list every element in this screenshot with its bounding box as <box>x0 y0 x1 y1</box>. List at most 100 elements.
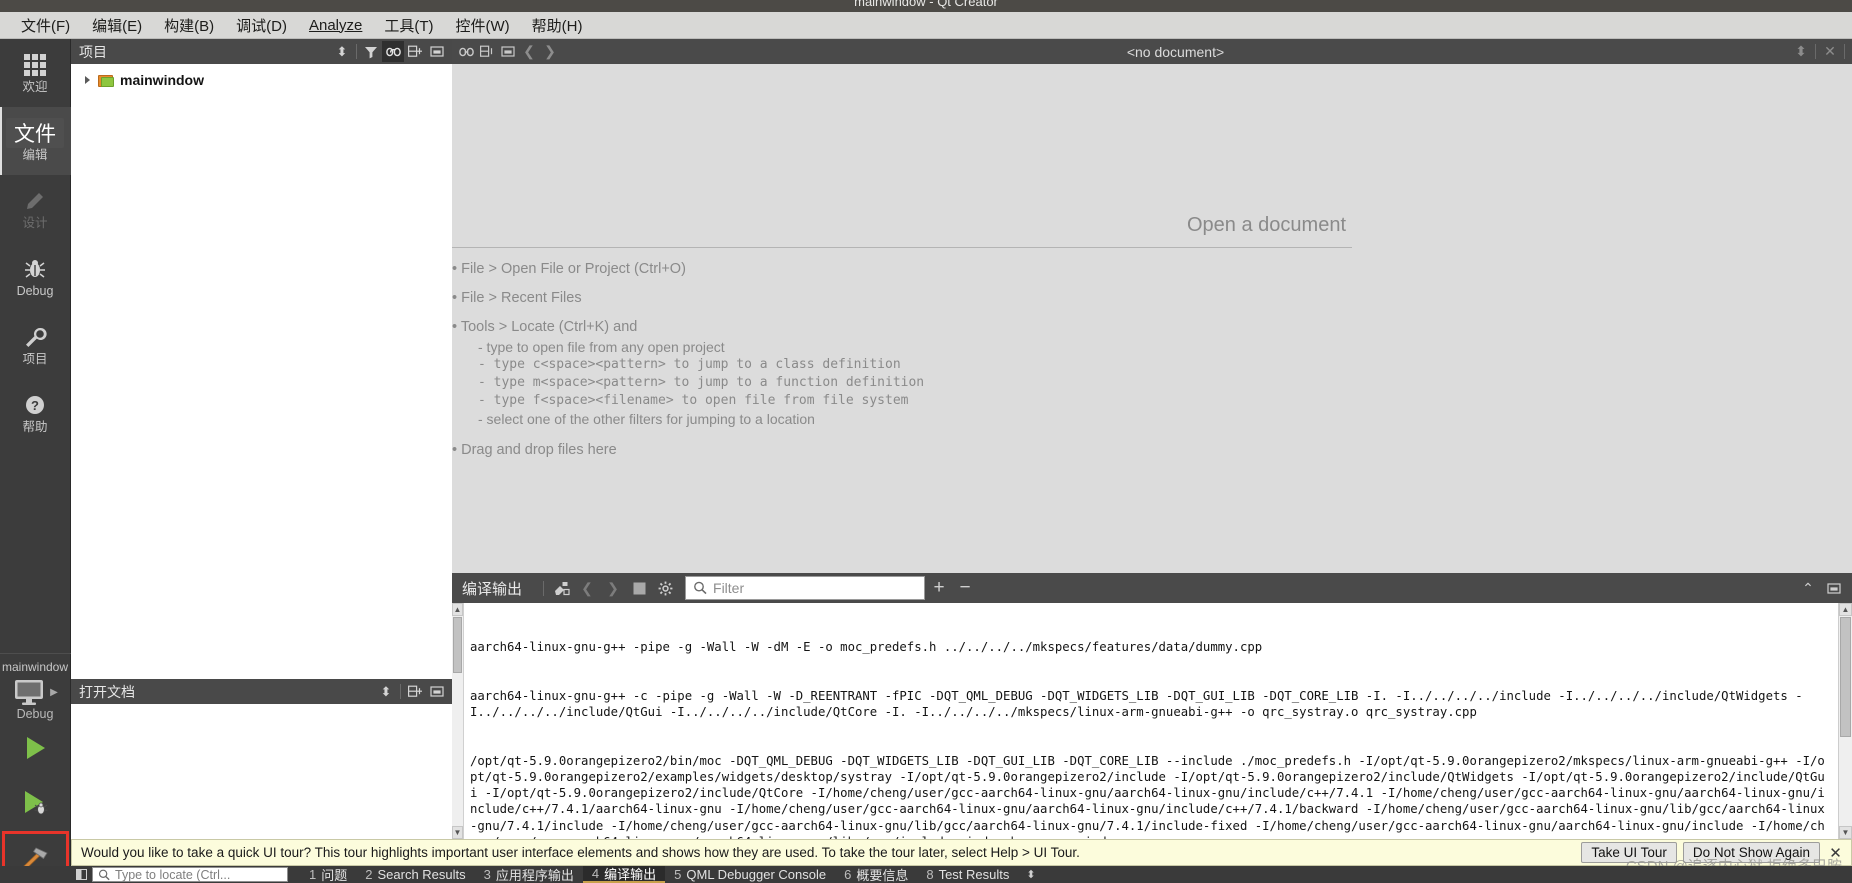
toolbar-separator <box>1815 44 1816 59</box>
pane-number: 4 <box>591 866 600 881</box>
editor-placeholder: Open a document • File > Open File or Pr… <box>452 64 1852 573</box>
chevron-right-icon[interactable] <box>83 75 93 85</box>
output-pane-search-results[interactable]: 2 Search Results <box>356 866 474 883</box>
sort-icon[interactable]: ⬍ <box>375 681 397 702</box>
split-icon[interactable] <box>404 41 426 62</box>
toolbar-separator <box>543 580 545 596</box>
zoom-in-button[interactable]: + <box>927 576 951 600</box>
filter-icon[interactable] <box>360 41 382 62</box>
menu-window[interactable]: 控件(W) <box>445 12 521 39</box>
settings-icon[interactable] <box>653 576 677 600</box>
project-icon <box>98 73 115 88</box>
mode-welcome[interactable]: 欢迎 <box>0 39 71 107</box>
ui-tour-bar: Would you like to take a quick UI tour? … <box>71 839 1852 866</box>
scroll-thumb[interactable] <box>1840 617 1851 737</box>
locate-input[interactable]: Type to locate (Ctrl... <box>92 867 288 882</box>
menu-analyze[interactable]: Analyze <box>298 14 373 37</box>
clear-icon[interactable] <box>549 576 573 600</box>
projects-panel-header: 项目 ⬍ <box>71 39 452 64</box>
zoom-out-button[interactable]: − <box>953 576 977 600</box>
kit-buildconfig-label: Debug <box>16 707 54 721</box>
file-icon <box>22 120 48 146</box>
compile-output-header: 编译输出 ❮ ❯ Filter + − ⌃ <box>452 573 1852 603</box>
filter-input[interactable]: Filter <box>685 576 926 600</box>
scroll-up-arrow[interactable]: ▲ <box>452 603 463 616</box>
close-pane-icon[interactable] <box>1822 576 1846 600</box>
document-dropdown-icon[interactable]: ⬍ <box>1791 42 1811 62</box>
menu-help[interactable]: 帮助(H) <box>521 12 594 39</box>
svg-text:?: ? <box>31 398 39 413</box>
split-icon[interactable] <box>404 681 426 702</box>
link-icon[interactable] <box>456 42 476 62</box>
menu-file[interactable]: 文件(F) <box>10 12 81 39</box>
mode-edit[interactable]: 编辑 <box>0 107 71 175</box>
split-icon[interactable] <box>477 42 497 62</box>
projects-panel-title: 项目 <box>79 43 107 60</box>
output-pane-compile-output[interactable]: 4 编译输出 <box>582 866 666 883</box>
project-tree[interactable]: mainwindow <box>71 64 452 679</box>
scroll-up-arrow[interactable]: ▲ <box>1839 603 1852 616</box>
open-documents-list[interactable] <box>71 704 452 839</box>
scroll-thumb[interactable] <box>453 617 462 673</box>
stop-icon[interactable] <box>627 576 651 600</box>
run-button[interactable] <box>0 721 71 775</box>
kit-selector[interactable]: mainwindow ▶ Debug <box>0 653 71 721</box>
grid-icon <box>22 52 48 78</box>
compile-output-body[interactable]: ▲ ▼ aarch64-linux-gnu-g++ -pipe -g -Wall… <box>452 603 1852 839</box>
close-document-icon[interactable]: ✕ <box>1820 42 1840 62</box>
pane-label: 问题 <box>321 868 348 883</box>
take-ui-tour-button[interactable]: Take UI Tour <box>1581 842 1677 863</box>
menu-debug[interactable]: 调试(D) <box>225 12 298 39</box>
updown-icon[interactable]: ⬍ <box>1018 868 1043 881</box>
document-selector[interactable]: <no document> <box>561 44 1790 60</box>
kit-expand-arrow[interactable]: ▶ <box>50 687 58 698</box>
forward-icon[interactable]: ❯ <box>540 42 560 62</box>
scroll-down-arrow[interactable]: ▼ <box>452 826 463 839</box>
pane-label: Test Results <box>938 867 1010 882</box>
sort-icon[interactable]: ⬍ <box>331 41 353 62</box>
output-scrollbar[interactable]: ▲ ▼ <box>1838 603 1852 839</box>
compile-output-title: 编译输出 <box>462 580 523 598</box>
mode-debug[interactable]: Debug <box>0 243 71 311</box>
next-icon[interactable]: ❯ <box>601 576 625 600</box>
bug-icon <box>22 256 48 282</box>
output-line: aarch64-linux-gnu-g++ -pipe -g -Wall -W … <box>470 640 1263 655</box>
tree-item-mainwindow[interactable]: mainwindow <box>71 70 452 90</box>
mode-projects[interactable]: 项目 <box>0 311 71 379</box>
menu-edit[interactable]: 编辑(E) <box>81 12 153 39</box>
mode-help-label: 帮助 <box>22 420 48 434</box>
output-pane-application-output[interactable]: 3 应用程序输出 <box>475 866 583 883</box>
do-not-show-again-button[interactable]: Do Not Show Again <box>1682 842 1820 863</box>
mode-design[interactable]: 设计 <box>0 175 71 243</box>
close-icon[interactable] <box>426 41 448 62</box>
mode-help[interactable]: ? 帮助 <box>0 379 71 447</box>
editor-toolbar: ❮ ❯ <no document> ⬍ ✕ <box>452 39 1852 64</box>
menu-tools[interactable]: 工具(T) <box>373 12 444 39</box>
close-icon[interactable]: ✕ <box>1826 844 1845 862</box>
pane-label: 概要信息 <box>856 868 909 883</box>
close-icon[interactable] <box>426 681 448 702</box>
output-pane-issues[interactable]: 1 问题 <box>300 866 356 883</box>
output-pane-test-results[interactable]: 8 Test Results <box>917 866 1018 883</box>
menu-build[interactable]: 构建(B) <box>153 12 225 39</box>
scroll-down-arrow[interactable]: ▼ <box>1839 826 1852 839</box>
output-pane-qml-debugger-console[interactable]: 5 QML Debugger Console <box>665 866 835 883</box>
open-document-hint-list: • File > Open File or Project (Ctrl+O) •… <box>452 260 1352 459</box>
debug-button[interactable] <box>0 775 71 829</box>
prev-icon[interactable]: ❮ <box>575 576 599 600</box>
mode-projects-label: 项目 <box>22 352 48 366</box>
close-icon[interactable] <box>498 42 518 62</box>
back-icon[interactable]: ❮ <box>519 42 539 62</box>
link-icon[interactable] <box>382 41 404 62</box>
qt-creator-window: mainwindow - Qt Creator 文件(F) 编辑(E) 构建(B… <box>0 0 1852 883</box>
search-icon <box>98 869 110 881</box>
split-pane-icon[interactable] <box>70 866 92 883</box>
hint-line: - type m<space><pattern> to jump to a fu… <box>478 375 925 390</box>
output-pane-general-messages[interactable]: 6 概要信息 <box>835 866 917 883</box>
ui-tour-message: Would you like to take a quick UI tour? … <box>81 845 1080 860</box>
chevron-up-icon[interactable]: ⌃ <box>1796 576 1820 600</box>
hint-line: • Tools > Locate (Ctrl+K) and <box>452 319 638 335</box>
open-documents-panel: 打开文档 ⬍ <box>71 679 452 839</box>
filter-placeholder: Filter <box>713 580 745 596</box>
pane-number: 8 <box>926 867 934 882</box>
